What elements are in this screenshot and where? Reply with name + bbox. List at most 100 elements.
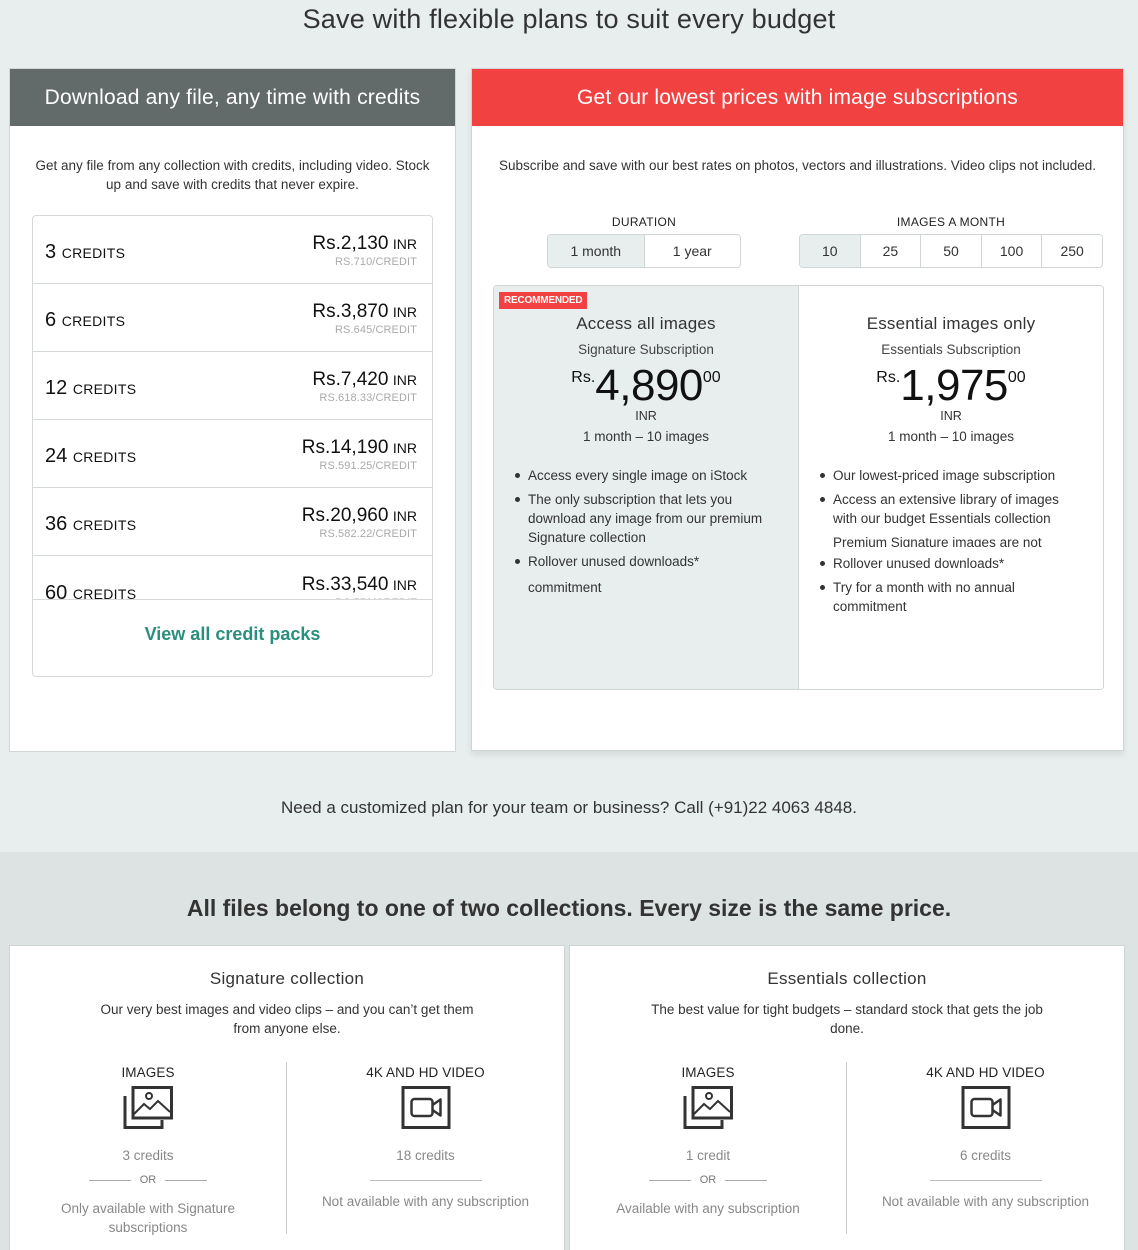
subscriptions-panel-header: Get our lowest prices with image subscri… — [472, 69, 1123, 126]
essentials-collection-card: Essentials collection The best value for… — [569, 945, 1125, 1250]
credits-panel-header: Download any file, any time with credits — [10, 69, 455, 126]
collection-description: The best value for tight budgets – stand… — [651, 1002, 1043, 1036]
plan-feature: Access an extensive library of images wi… — [820, 490, 1073, 528]
divider-line — [369, 1180, 482, 1181]
price-cents: 00 — [702, 369, 721, 386]
plan-price: Rs. 4,890 00 — [494, 363, 798, 409]
plan-period: 1 month – 10 images — [887, 429, 1015, 444]
duration-selector: DURATION 1 month 1 year — [547, 215, 741, 268]
credit-pack-row[interactable]: 24 CREDITS Rs.14,190 INR RS.591.25/CREDI… — [33, 420, 432, 488]
credit-qty-number: 3 — [45, 241, 57, 263]
credit-pack-quantity: 24 CREDITS — [45, 439, 136, 468]
or-text: OR — [699, 1174, 717, 1186]
price-cents: 00 — [1007, 369, 1026, 386]
images-per-month-label: IMAGES A MONTH — [896, 215, 1006, 229]
images-option-100[interactable]: 100 — [980, 235, 1042, 267]
collection-description: Our very best images and video clips – a… — [100, 1002, 474, 1036]
price-whole: 4,890 — [595, 361, 703, 410]
recommended-badge: RECOMMENDED — [499, 292, 588, 309]
duration-option-1-month[interactable]: 1 month — [548, 235, 644, 267]
currency-code: INR — [392, 304, 417, 320]
video-camera-icon — [961, 1086, 1010, 1129]
credit-unit-label: CREDITS — [61, 313, 126, 329]
plan-card-essentials[interactable]: Essential images only Essentials Subscri… — [799, 286, 1103, 689]
collection-images-column: IMAGES 1 credit OR Available with any su… — [570, 1062, 847, 1234]
plan-title: Essential images only — [866, 314, 1036, 333]
plan-price: Rs. 1,975 00 — [799, 363, 1103, 409]
price-amount: Rs.3,870 — [312, 301, 389, 322]
plan-subtitle: Signature Subscription — [578, 342, 714, 357]
or-divider: OR — [10, 1173, 286, 1187]
price-per-credit: RS.645/CREDIT — [335, 324, 417, 336]
images-option-50[interactable]: 50 — [920, 235, 981, 267]
images-label: IMAGES — [681, 1065, 735, 1080]
duration-option-1-year[interactable]: 1 year — [643, 235, 740, 267]
credit-pack-price: Rs.7,420 INR RS.618.33/CREDIT — [312, 367, 417, 404]
credit-qty-number: 24 — [45, 445, 68, 467]
price-currency-code: INR — [635, 409, 657, 423]
price-amount: Rs.20,960 — [301, 505, 389, 526]
credit-pack-row[interactable]: 60 CREDITS Rs.33,540 INR RS.559/CREDIT — [33, 556, 432, 600]
plan-feature-list: Access every single image on iStock The … — [515, 466, 768, 597]
credit-pack-quantity: 12 CREDITS — [45, 371, 136, 400]
credit-pack-row[interactable]: 12 CREDITS Rs.7,420 INR RS.618.33/CREDIT — [33, 352, 432, 420]
divider-line — [929, 1180, 1042, 1181]
images-label: IMAGES — [121, 1065, 175, 1080]
view-all-credit-packs-link[interactable]: View all credit packs — [33, 600, 432, 645]
credit-pack-quantity: 60 CREDITS — [45, 576, 136, 600]
images-option-25[interactable]: 25 — [859, 235, 921, 267]
divider-line — [88, 1179, 131, 1181]
credit-pack-list: 3 CREDITS Rs.2,130 INR RS.710/CREDIT 6 C… — [32, 215, 433, 677]
divider-line — [725, 1179, 768, 1181]
currency-code: INR — [392, 576, 417, 593]
plan-period: 1 month – 10 images — [582, 429, 710, 444]
credit-pack-row[interactable]: 6 CREDITS Rs.3,870 INR RS.645/CREDIT — [33, 284, 432, 352]
price-currency-prefix: Rs. — [876, 369, 901, 386]
plan-feature: Try for a month with no annual commitmen… — [820, 578, 1073, 616]
signature-collection-card: Signature collection Our very best image… — [9, 945, 565, 1250]
collection-columns: IMAGES 3 credits OR Only available with … — [10, 1062, 564, 1237]
video-availability-note: Not available with any subscription — [321, 1194, 530, 1209]
images-per-month-segmented-control: 10 25 50 100 250 — [799, 234, 1103, 268]
video-credit-cost: 18 credits — [396, 1148, 455, 1163]
images-icon — [123, 1086, 173, 1129]
credit-pack-quantity: 3 CREDITS — [45, 235, 125, 264]
price-amount: Rs.14,190 — [301, 437, 389, 458]
video-camera-icon — [401, 1086, 450, 1129]
divider-line — [648, 1179, 691, 1181]
credit-pack-price: Rs.33,540 INR RS.559/CREDIT — [302, 572, 417, 600]
collection-video-column: 4K AND HD VIDEO 6 credits Not available … — [847, 1062, 1124, 1237]
plan-card-signature[interactable]: RECOMMENDED Access all images Signature … — [494, 286, 799, 689]
credit-qty-number: 12 — [45, 377, 68, 399]
credit-pack-scroll-area[interactable]: 3 CREDITS Rs.2,130 INR RS.710/CREDIT 6 C… — [33, 216, 432, 600]
currency-code: INR — [392, 508, 417, 524]
subscriptions-panel: Get our lowest prices with image subscri… — [471, 68, 1124, 751]
page-title: Save with flexible plans to suit every b… — [302, 4, 836, 34]
subscription-plans: RECOMMENDED Access all images Signature … — [493, 285, 1104, 690]
price-per-credit: RS.710/CREDIT — [335, 256, 417, 268]
credit-unit-label: CREDITS — [72, 449, 137, 465]
video-credit-cost: 6 credits — [959, 1148, 1012, 1163]
plan-feature: Access every single image on iStock — [515, 466, 768, 485]
credit-qty-number: 36 — [45, 513, 68, 535]
images-option-10[interactable]: 10 — [800, 235, 860, 267]
credit-unit-label: CREDITS — [72, 381, 137, 397]
credit-pack-row[interactable]: 36 CREDITS Rs.20,960 INR RS.582.22/CREDI… — [33, 488, 432, 556]
images-credit-cost: 1 credit — [685, 1148, 731, 1163]
price-currency-code: INR — [940, 409, 962, 423]
currency-code: INR — [392, 372, 417, 388]
or-text: OR — [139, 1174, 157, 1186]
credits-description: Get any file from any collection with cr… — [35, 158, 430, 192]
collection-columns: IMAGES 1 credit OR Available with any su… — [570, 1062, 1124, 1237]
plan-feature: Premium Signature images are not include… — [833, 533, 1073, 547]
images-option-250[interactable]: 250 — [1041, 235, 1102, 267]
subscriptions-description: Subscribe and save with our best rates o… — [498, 158, 1097, 173]
collection-images-column: IMAGES 3 credits OR Only available with … — [10, 1062, 287, 1235]
credits-panel: Download any file, any time with credits… — [9, 68, 456, 752]
plan-subtitle: Essentials Subscription — [881, 342, 1021, 357]
credit-unit-label: CREDITS — [61, 245, 126, 261]
credit-qty-number: 6 — [45, 309, 57, 331]
plan-feature: The only subscription that lets you down… — [515, 490, 768, 547]
plan-feature: Rollover unused downloads* — [515, 552, 768, 571]
credit-pack-row[interactable]: 3 CREDITS Rs.2,130 INR RS.710/CREDIT — [33, 216, 432, 284]
